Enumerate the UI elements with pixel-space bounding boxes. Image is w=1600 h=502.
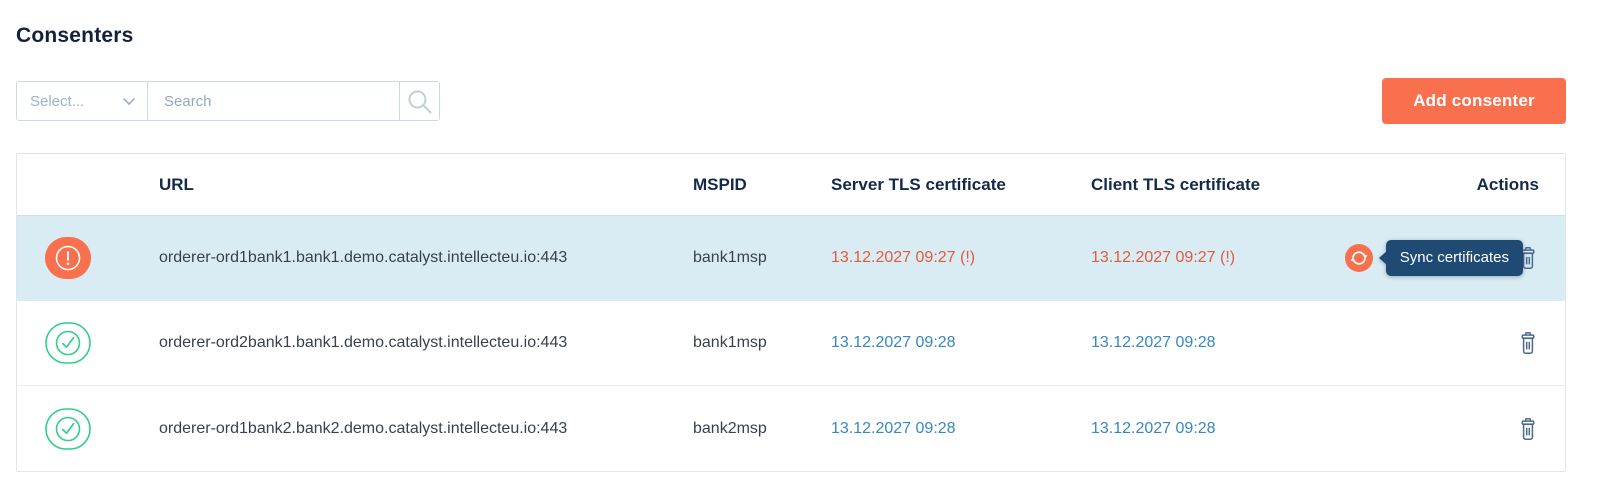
header-actions: Actions (1476, 174, 1539, 194)
status-cell (17, 237, 159, 279)
server-cert-expiry: 13.12.2027 09:27 (!) (831, 249, 976, 266)
trash-icon (1517, 417, 1539, 444)
sync-group: Sync certificates (1344, 240, 1523, 276)
filter-select[interactable]: Select... (17, 82, 147, 120)
header-url: URL (159, 174, 194, 194)
toolbar: Select... Add consenter (16, 78, 1566, 124)
actions-cell (1391, 331, 1565, 355)
server-cert-expiry: 13.12.2027 09:28 (831, 419, 956, 437)
table-body: orderer-ord1bank1.bank1.demo.catalyst.in… (17, 216, 1565, 471)
consenter-mspid: bank1msp (693, 334, 767, 351)
delete-button[interactable] (1517, 417, 1539, 441)
table-header: URL MSPID Server TLS certificate Client … (17, 154, 1565, 216)
status-cell (17, 407, 159, 450)
consenters-page: Consenters Select... Add consenter URL M… (0, 0, 1600, 472)
table-row[interactable]: orderer-ord2bank1.bank1.demo.catalyst.in… (17, 301, 1565, 386)
table-row[interactable]: orderer-ord1bank1.bank1.demo.catalyst.in… (17, 216, 1565, 301)
delete-button[interactable] (1517, 331, 1539, 355)
trash-icon (1517, 331, 1539, 358)
header-client-cert: Client TLS certificate (1091, 174, 1261, 194)
client-cert-expiry: 13.12.2027 09:28 (1091, 334, 1216, 351)
chevron-down-icon (123, 97, 135, 105)
add-consenter-button[interactable]: Add consenter (1382, 78, 1566, 124)
header-mspid: MSPID (693, 174, 747, 194)
search-input[interactable] (147, 82, 399, 120)
magnifier-icon (406, 88, 433, 115)
sync-tooltip: Sync certificates (1378, 240, 1523, 276)
consenter-url: orderer-ord2bank1.bank1.demo.catalyst.in… (159, 334, 568, 351)
table-row[interactable]: orderer-ord1bank2.bank2.demo.catalyst.in… (17, 386, 1565, 471)
page-title: Consenters (16, 24, 134, 47)
status-warning-icon (45, 237, 91, 279)
client-cert-expiry: 13.12.2027 09:28 (1091, 419, 1216, 437)
filter-group: Select... (16, 81, 440, 121)
search-button[interactable] (399, 82, 439, 120)
consenters-table: URL MSPID Server TLS certificate Client … (16, 153, 1566, 472)
status-ok-icon (45, 322, 91, 364)
filter-select-value: Select... (30, 92, 85, 110)
header-server-cert: Server TLS certificate (831, 174, 1006, 194)
refresh-icon (1344, 244, 1373, 275)
actions-cell (1391, 417, 1565, 441)
server-cert-expiry: 13.12.2027 09:28 (831, 334, 956, 351)
consenter-url: orderer-ord1bank2.bank2.demo.catalyst.in… (159, 419, 568, 437)
consenter-mspid: bank1msp (693, 249, 767, 266)
consenter-mspid: bank2msp (693, 419, 767, 437)
consenter-url: orderer-ord1bank1.bank1.demo.catalyst.in… (159, 249, 568, 266)
tooltip-label: Sync certificates (1385, 240, 1523, 276)
sync-certificates-button[interactable] (1344, 244, 1373, 275)
status-cell (17, 322, 159, 364)
status-ok-icon (45, 407, 91, 450)
